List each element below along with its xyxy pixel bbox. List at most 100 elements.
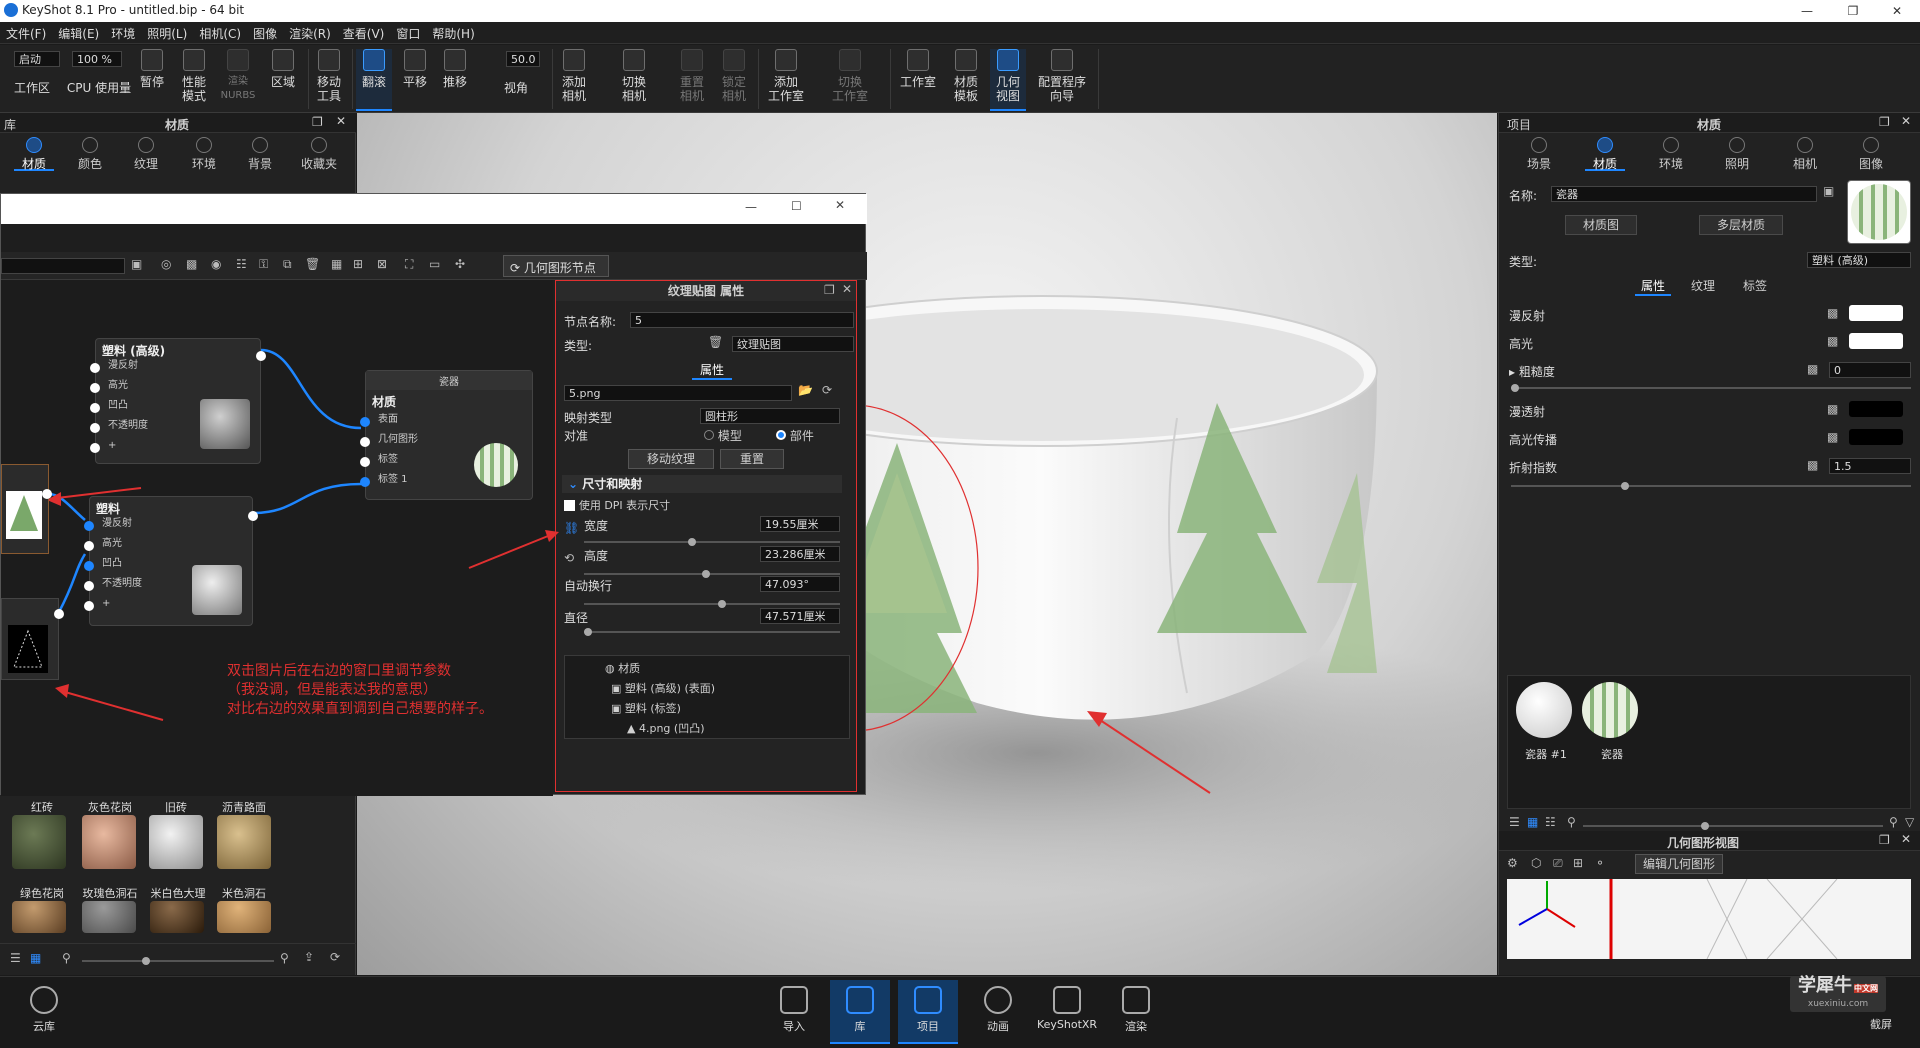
zoom-out-icon[interactable]: ⚲	[1567, 815, 1576, 829]
project-tab-scene[interactable]: 场景	[1519, 137, 1559, 171]
upload-icon[interactable]: ⇪	[304, 950, 314, 964]
save-icon[interactable]: ▣	[1823, 184, 1834, 198]
menu-help[interactable]: 帮助(H)	[426, 22, 480, 45]
library-material-item[interactable]: 玫瑰色洞石	[78, 885, 142, 933]
dolly-button[interactable]: 推移	[438, 49, 472, 89]
input-port[interactable]	[360, 457, 370, 467]
diameter-input[interactable]: 47.571厘米	[760, 608, 840, 624]
cpu-usage-button[interactable]: CPU 使用量	[66, 81, 132, 95]
configurator-button[interactable]: 配置程序 向导	[1032, 49, 1092, 103]
list-view-icon[interactable]: ☰	[10, 951, 21, 965]
input-port[interactable]	[84, 601, 94, 611]
input-port[interactable]	[360, 437, 370, 447]
maximize-button[interactable]: ☐	[791, 199, 802, 213]
texture-slot-icon[interactable]: ▩	[1807, 458, 1818, 472]
nurbs-button[interactable]: 渲染 NURBS	[218, 49, 258, 103]
library-tab-favorites[interactable]: 收藏夹	[296, 137, 342, 171]
library-material-item[interactable]: 旧砖	[146, 799, 206, 869]
translucency-color-swatch[interactable]	[1849, 401, 1903, 417]
menu-camera[interactable]: 相机(C)	[193, 22, 247, 45]
library-material-item[interactable]: 沥青路面	[212, 799, 276, 869]
switch-studio-button[interactable]: 切换 工作室	[826, 49, 874, 103]
pause-button[interactable]: 暂停	[136, 49, 168, 89]
undock-icon[interactable]: ❐	[312, 115, 323, 129]
project-tab-material[interactable]: 材质	[1585, 137, 1625, 171]
geometry-view-button[interactable]: 几何 视图	[990, 49, 1026, 111]
delete-icon[interactable]: 🗑	[708, 335, 723, 349]
save-icon[interactable]: ▣	[131, 257, 142, 271]
menu-render[interactable]: 渲染(R)	[283, 22, 337, 45]
input-port[interactable]	[360, 417, 370, 427]
zoom-100-icon[interactable]: ▭	[429, 257, 440, 271]
texture-node-bump[interactable]	[1, 598, 64, 680]
align-model-radio[interactable]: 模型	[704, 427, 742, 444]
close-panel-icon[interactable]: ✕	[336, 114, 346, 128]
add-studio-button[interactable]: 添加 工作室	[762, 49, 810, 103]
import-button[interactable]: 导入	[770, 986, 818, 1034]
node-plastic-advanced[interactable]: 塑料 (高级) 漫反射 高光 凹凸 不透明度 +	[90, 338, 266, 464]
animation-button[interactable]: 动画	[974, 986, 1022, 1034]
specular-transmission-swatch[interactable]	[1849, 429, 1903, 445]
library-tab-backplates[interactable]: 背景	[240, 137, 280, 171]
thumbnail-size-slider[interactable]	[1583, 822, 1883, 830]
input-port[interactable]	[360, 477, 370, 487]
roughness-input[interactable]: 0	[1829, 362, 1911, 378]
cpu-usage-input[interactable]: 100 %	[72, 51, 122, 67]
library-material-item[interactable]: 米白色大理	[146, 885, 210, 933]
project-tab-lighting[interactable]: 照明	[1717, 137, 1757, 171]
close-panel-icon[interactable]: ✕	[842, 282, 852, 296]
material-search-input[interactable]	[1, 258, 125, 274]
node-plastic[interactable]: 塑料 漫反射 高光 凹凸 不透明度 +	[84, 496, 258, 626]
menu-view[interactable]: 查看(V)	[337, 22, 391, 45]
link-icon[interactable]: ⛓	[564, 521, 579, 535]
input-port[interactable]	[84, 581, 94, 591]
diameter-slider[interactable]	[584, 628, 840, 636]
close-panel-icon[interactable]: ✕	[1901, 832, 1911, 846]
close-panel-icon[interactable]: ✕	[1901, 114, 1911, 128]
zoom-in-icon[interactable]: ⚲	[1889, 815, 1898, 829]
reset-camera-button[interactable]: 重置 相机	[674, 49, 710, 103]
node-tool-icon[interactable]: ▦	[331, 257, 342, 271]
menu-image[interactable]: 图像	[247, 22, 283, 45]
region-button[interactable]: 区域	[266, 49, 300, 89]
cloud-library-button[interactable]: 云库	[20, 986, 68, 1034]
tree-item[interactable]: ▣ 塑料 (标签)	[611, 700, 681, 716]
specular-color-swatch[interactable]	[1849, 333, 1903, 349]
menu-edit[interactable]: 编辑(E)	[52, 22, 105, 45]
output-port[interactable]	[42, 489, 52, 499]
refractive-index-slider[interactable]	[1511, 482, 1911, 490]
output-port[interactable]	[248, 511, 258, 521]
tree-item[interactable]: ◍ 材质	[605, 660, 640, 676]
arrange-icon[interactable]: ✣	[455, 257, 465, 271]
input-port[interactable]	[84, 561, 94, 571]
texture-node-tree[interactable]	[1, 464, 52, 554]
switch-camera-button[interactable]: 切换 相机	[614, 49, 654, 103]
output-port[interactable]	[256, 351, 266, 361]
node-type-select[interactable]: 纹理贴图	[732, 336, 854, 352]
layout-icon[interactable]: ⊞	[1573, 856, 1583, 870]
adjust-icon[interactable]: ☷	[236, 257, 247, 271]
node-tool-icon[interactable]: ◉	[211, 257, 221, 271]
library-tab-textures[interactable]: 纹理	[126, 137, 166, 171]
library-tab-colors[interactable]: 颜色	[70, 137, 110, 171]
filter-icon[interactable]: ▽	[1905, 815, 1914, 829]
move-texture-button[interactable]: 移动纹理	[628, 449, 714, 469]
project-button[interactable]: 项目	[898, 980, 958, 1044]
material-template-button[interactable]: 材质 模板	[948, 49, 984, 103]
menu-lighting[interactable]: 照明(L)	[141, 22, 193, 45]
texture-file-input[interactable]: 5.png	[564, 385, 792, 401]
fov-input[interactable]: 50.0	[506, 51, 540, 67]
dpi-checkbox[interactable]: 使用 DPI 表示尺寸	[564, 497, 670, 513]
workspace-button[interactable]: 工作区	[10, 81, 54, 95]
camera-icon[interactable]: ⎚	[1553, 856, 1563, 871]
input-port[interactable]	[90, 383, 100, 393]
folder-icon[interactable]: 📂	[798, 383, 813, 397]
refresh-icon[interactable]: ⟳	[822, 383, 832, 397]
output-port[interactable]	[54, 609, 64, 619]
node-tool-icon[interactable]: ◎	[161, 257, 171, 271]
mapping-type-select[interactable]: 圆柱形	[700, 408, 840, 424]
node-name-input[interactable]: 5	[630, 312, 854, 328]
geometry-viewport[interactable]	[1507, 879, 1911, 959]
texture-slot-icon[interactable]: ▩	[1827, 430, 1838, 444]
subtab-labels[interactable]: 标签	[1737, 277, 1773, 294]
